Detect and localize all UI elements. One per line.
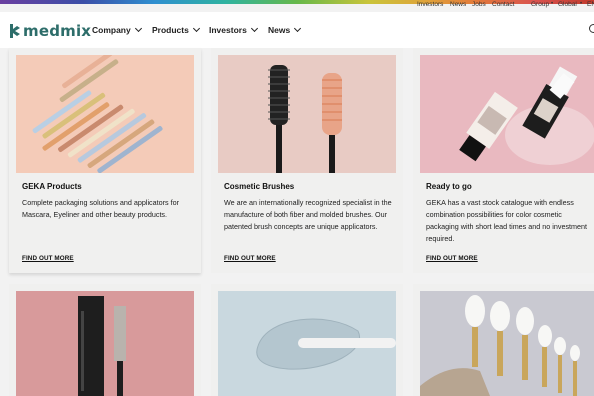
mascara-brushes-image bbox=[218, 55, 396, 173]
nav-company-label: Company bbox=[92, 25, 131, 35]
brand-name: medmix bbox=[23, 22, 92, 40]
medmix-logo-icon bbox=[10, 24, 20, 38]
product-card-row2-2[interactable] bbox=[211, 284, 403, 396]
gel-applicator-image bbox=[218, 291, 396, 396]
product-card-geka[interactable]: GEKA Products Complete packaging solutio… bbox=[9, 48, 201, 273]
brand-logo[interactable]: medmix bbox=[9, 22, 91, 40]
search-icon[interactable] bbox=[589, 24, 594, 33]
card-description: GEKA has a vast stock catalogue with end… bbox=[426, 198, 588, 243]
find-out-more-link[interactable]: FIND OUT MORE bbox=[426, 255, 478, 262]
bullet-separator: • bbox=[551, 1, 554, 7]
chevron-down-icon bbox=[192, 24, 200, 33]
language-selector[interactable]: EN bbox=[587, 1, 594, 8]
find-out-more-link[interactable]: FIND OUT MORE bbox=[22, 255, 74, 262]
utility-link-group[interactable]: Group bbox=[531, 1, 549, 8]
product-card-row2-1[interactable] bbox=[9, 284, 201, 396]
find-out-more-link[interactable]: FIND OUT MORE bbox=[224, 255, 276, 262]
main-header: medmix Company Products Investors News bbox=[0, 12, 594, 48]
nav-products-label: Products bbox=[152, 25, 189, 35]
mascara-tubes-image bbox=[16, 55, 194, 173]
nav-news-label: News bbox=[268, 25, 291, 35]
nav-company[interactable]: Company bbox=[92, 24, 142, 35]
utility-link-news[interactable]: News bbox=[450, 1, 466, 8]
card-title: Cosmetic Brushes bbox=[224, 182, 295, 191]
card-title: GEKA Products bbox=[22, 182, 82, 191]
chevron-down-icon bbox=[294, 24, 302, 33]
card-title: Ready to go bbox=[426, 182, 472, 191]
nav-investors-label: Investors bbox=[209, 25, 247, 35]
chevron-down-icon bbox=[134, 24, 142, 33]
utility-link-investors[interactable]: Investors bbox=[417, 1, 443, 8]
nav-products[interactable]: Products bbox=[152, 24, 200, 35]
card-description: Complete packaging solutions and applica… bbox=[22, 198, 180, 219]
cosmetic-packaging-image bbox=[420, 55, 594, 173]
card-description: We are an internationally recognized spe… bbox=[224, 198, 392, 231]
mascara-product-image bbox=[16, 291, 194, 396]
product-card-ready-to-go[interactable]: Ready to go GEKA has a vast stock catalo… bbox=[413, 48, 594, 273]
nav-news[interactable]: News bbox=[268, 24, 302, 35]
chevron-down-icon bbox=[250, 24, 258, 33]
makeup-brushes-image bbox=[420, 291, 594, 396]
product-card-brushes[interactable]: Cosmetic Brushes We are an international… bbox=[211, 48, 403, 273]
nav-investors[interactable]: Investors bbox=[209, 24, 258, 35]
bullet-separator: • bbox=[580, 1, 583, 7]
utility-link-jobs[interactable]: Jobs bbox=[472, 1, 486, 8]
utility-link-global[interactable]: Global bbox=[558, 1, 577, 8]
product-card-row2-3[interactable] bbox=[413, 284, 594, 396]
utility-link-contact[interactable]: Contact bbox=[492, 1, 514, 8]
